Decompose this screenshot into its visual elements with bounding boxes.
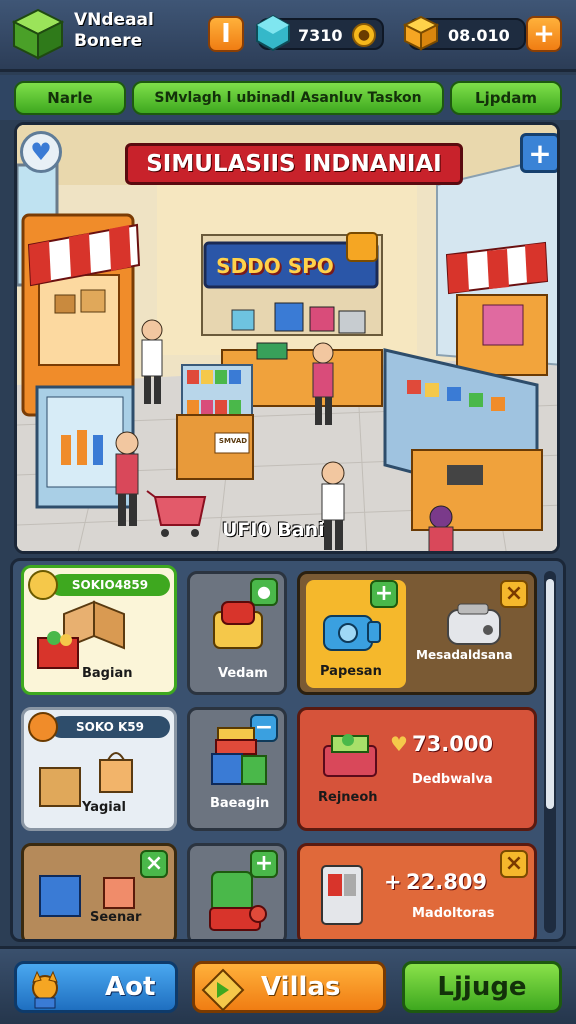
coin-icon <box>28 712 58 742</box>
arrow-icon <box>201 968 245 1012</box>
game-title: VNdeaal Bonere <box>74 10 154 52</box>
card-label: Bagian <box>82 666 133 681</box>
camera-icon <box>323 615 381 651</box>
card-rejneoh[interactable]: Rejneoh ♥ 73.000 Dedbwalva <box>297 707 537 831</box>
card-yagial[interactable]: SOKO K59 Yagial <box>21 707 177 831</box>
gem-counter: 7310 ● <box>256 14 384 52</box>
grinder-machine-icon <box>209 871 267 931</box>
card-papesan-wide[interactable]: + Papesan × Mesadaldsana <box>297 571 537 695</box>
game-title-line1: VNdeaal <box>74 10 154 30</box>
crate-icon <box>213 601 263 649</box>
gem-icon <box>256 14 290 52</box>
close-badge-icon[interactable]: × <box>140 850 168 878</box>
gold-counter: 08.010 <box>402 15 526 51</box>
bottom-right-label: Ljjuge <box>437 972 527 1002</box>
cube-logo-icon <box>11 8 65 60</box>
store-illustration <box>17 125 557 551</box>
bottom-right-button[interactable]: Ljjuge <box>402 961 562 1013</box>
tab-narle[interactable]: Narle <box>14 81 126 115</box>
boxes-icon <box>37 600 125 669</box>
card-tag: SOKIO4859 <box>50 574 170 596</box>
scene-banner: SIMULASIIS INDNANIAI <box>125 143 463 185</box>
heart-icon: ♥ <box>390 732 408 756</box>
card-sub: Dedbwalva <box>412 772 493 787</box>
stacked-boxes-icon <box>211 727 267 785</box>
shop-sign: SDDO SPO <box>216 254 334 278</box>
card-label: Vedam <box>218 666 268 681</box>
vending-machine-icon <box>321 865 363 925</box>
gold-crate-icon <box>402 15 440 51</box>
plus-icon: + <box>533 19 555 49</box>
tab-narle-label: Narle <box>47 89 93 107</box>
card-label: Yagial <box>82 800 126 815</box>
gem-amount: 7310 <box>298 26 343 45</box>
tab-tasks[interactable]: SMvlagh l ubinadl Asanluv Taskon <box>132 81 444 115</box>
info-button[interactable]: I <box>208 16 244 52</box>
card-price-prefix: + <box>384 870 402 894</box>
scene-add-button[interactable]: + <box>520 133 557 173</box>
card-tag: SOKO K59 <box>50 716 170 738</box>
top-bar: VNdeaal Bonere I 7310 ● 08.010 + <box>0 0 576 72</box>
person-5 <box>428 505 454 551</box>
bottom-center-button[interactable]: Villas <box>192 961 386 1013</box>
tab-row: Narle SMvlagh l ubinadl Asanluv Taskon L… <box>0 75 576 120</box>
bottom-left-button[interactable]: Aot <box>14 961 178 1013</box>
basket-icon <box>323 734 377 777</box>
card-label: Rejneoh <box>318 790 378 805</box>
bottom-bar: Aot Villas Ljjuge <box>0 946 576 1024</box>
plus-icon: + <box>528 136 552 170</box>
counter-label: SMVAD <box>218 437 248 445</box>
card-label: Seenar <box>90 910 142 925</box>
bottom-left-label: Aot <box>105 972 156 1002</box>
tab-tasks-label: SMvlagh l ubinadl Asanluv Taskon <box>154 90 422 106</box>
panel-scrollbar[interactable] <box>544 571 556 933</box>
tab-update-label: Ljpdam <box>475 89 537 107</box>
card-label: Papesan <box>320 664 382 679</box>
card-baeagin[interactable]: − Baeagin <box>187 707 287 831</box>
tab-update[interactable]: Ljpdam <box>450 81 562 115</box>
character-icon <box>32 970 58 1009</box>
gold-amount: 08.010 <box>448 26 510 45</box>
close-badge-icon[interactable]: × <box>500 850 528 878</box>
info-button-label: I <box>221 19 231 49</box>
toaster-icon <box>447 603 501 645</box>
store-scene[interactable]: ♥ SIMULASIIS INDNANIAI + SDDO SPO SMVAD … <box>14 122 560 554</box>
card-bagian[interactable]: SOKIO4859 Bagian <box>21 565 177 695</box>
card-price: 22.809 <box>406 870 488 894</box>
favorite-heart-button[interactable]: ♥ <box>20 131 62 173</box>
game-title-line2: Bonere <box>74 31 143 51</box>
card-madoltoras[interactable]: × + 22.809 Madoltoras <box>297 843 537 939</box>
coin-icon <box>28 570 58 600</box>
card-seenar[interactable]: × Seenar <box>21 843 177 939</box>
card-vedam[interactable]: ● Vedam <box>187 571 287 695</box>
bottom-center-label: Villas <box>261 972 341 1002</box>
scrollbar-thumb[interactable] <box>546 579 554 809</box>
floor-caption: UFI0 Bani <box>222 519 325 541</box>
card-label: Mesadaldsana <box>416 648 513 662</box>
item-panel: SOKIO4859 Bagian ● Vedam + Papesan × Mes… <box>10 558 566 942</box>
add-currency-button[interactable]: + <box>526 16 562 52</box>
card-price: 73.000 <box>412 732 494 756</box>
card-machine[interactable]: + <box>187 843 287 939</box>
card-label: Baeagin <box>210 796 270 811</box>
gem-coin-icon: ● <box>352 23 376 47</box>
heart-icon: ♥ <box>30 138 52 166</box>
card-sub: Madoltoras <box>412 906 495 921</box>
